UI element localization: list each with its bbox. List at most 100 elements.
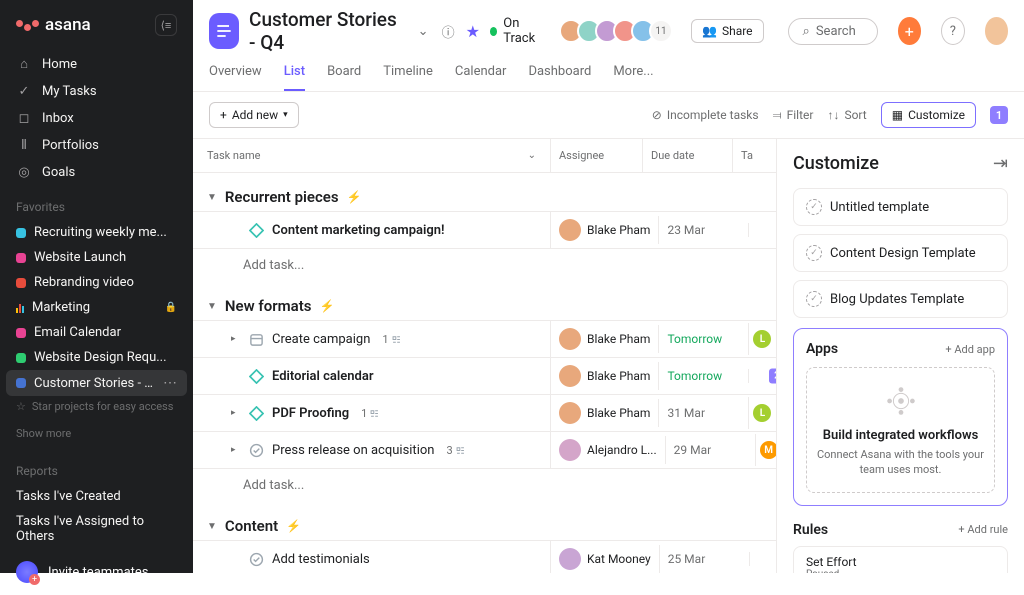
- col-name[interactable]: Task name: [207, 149, 260, 162]
- task-row[interactable]: ▸ Press release on acquisition 3 Alejand…: [193, 431, 776, 468]
- report-link[interactable]: Tasks I've Created: [0, 484, 193, 509]
- logo[interactable]: asana: [16, 15, 91, 35]
- chevron-down-icon[interactable]: ⌄: [528, 150, 536, 161]
- task-row[interactable]: Content marketing campaign! Blake Pham 2…: [193, 211, 776, 248]
- sidebar-project[interactable]: Customer Stories - Q4⋯: [6, 370, 187, 396]
- tab-overview[interactable]: Overview: [209, 64, 262, 91]
- section-header[interactable]: ▼Content⚡: [193, 512, 776, 540]
- tab-calendar[interactable]: Calendar: [455, 64, 507, 91]
- add-app-link[interactable]: + Add app: [945, 343, 995, 356]
- task-tag-cell[interactable]: L: [748, 397, 776, 429]
- invite-teammates[interactable]: Invite teammates: [0, 549, 193, 595]
- status-chip[interactable]: On Track: [490, 16, 545, 46]
- expand-icon[interactable]: ▸: [231, 334, 241, 344]
- filter-button[interactable]: ⫤Filter: [773, 108, 814, 123]
- caret-down-icon[interactable]: ▼: [207, 521, 217, 532]
- caret-down-icon[interactable]: ▼: [207, 301, 217, 312]
- task-assignee[interactable]: Blake Pham: [550, 212, 658, 248]
- task-assignee[interactable]: Alejandro L...: [550, 432, 665, 468]
- global-add-button[interactable]: +: [898, 17, 921, 45]
- help-button[interactable]: ?: [941, 17, 965, 45]
- task-tag-cell[interactable]: [748, 223, 776, 237]
- task-status-icon[interactable]: [249, 369, 264, 384]
- nav-goals[interactable]: ◎Goals: [0, 159, 193, 186]
- sidebar-project[interactable]: Marketing🔒: [0, 295, 193, 320]
- task-due[interactable]: 31 Mar: [658, 399, 748, 427]
- task-due[interactable]: 29 Mar: [665, 436, 755, 464]
- task-due[interactable]: Tomorrow: [658, 362, 748, 390]
- template-card[interactable]: ✓Blog Updates Template: [793, 280, 1008, 318]
- nav-portfolios[interactable]: ⦀Portfolios: [0, 132, 193, 159]
- col-assignee[interactable]: Assignee: [550, 139, 642, 172]
- star-tip: ☆ Star projects for easy access: [0, 396, 193, 417]
- sidebar-project[interactable]: Email Calendar: [0, 320, 193, 345]
- star-icon[interactable]: ★: [466, 22, 480, 41]
- task-tag-cell[interactable]: 2: [748, 369, 776, 383]
- project-icon[interactable]: [209, 13, 239, 49]
- rule-card[interactable]: Set EffortPaused: [793, 546, 1008, 573]
- task-assignee[interactable]: Kat Mooney: [550, 541, 659, 573]
- me-avatar[interactable]: [985, 17, 1008, 45]
- sidebar-project[interactable]: Rebranding video: [0, 270, 193, 295]
- tab-timeline[interactable]: Timeline: [383, 64, 433, 91]
- customize-button[interactable]: ▦Customize: [881, 102, 976, 128]
- task-status-icon[interactable]: [249, 443, 264, 458]
- nav-inbox[interactable]: ◻Inbox: [0, 105, 193, 132]
- task-due[interactable]: Tomorrow: [658, 325, 748, 353]
- tab-list[interactable]: List: [284, 64, 305, 91]
- tab-dashboard[interactable]: Dashboard: [528, 64, 591, 91]
- more-icon[interactable]: ⋯: [163, 375, 177, 391]
- nav-home[interactable]: ⌂Home: [0, 50, 193, 78]
- bolt-icon: ⚡: [286, 519, 301, 533]
- sort-button[interactable]: ↑↓Sort: [827, 108, 866, 122]
- section-header[interactable]: ▼New formats⚡: [193, 292, 776, 320]
- sidebar-project[interactable]: Recruiting weekly me...: [0, 220, 193, 245]
- task-row[interactable]: Add testimonials Kat Mooney 25 Mar: [193, 540, 776, 573]
- share-button[interactable]: 👥 Share: [691, 19, 764, 43]
- collapse-sidebar-icon[interactable]: ⟨≡: [155, 14, 177, 36]
- report-link[interactable]: Tasks I've Assigned to Others: [0, 509, 193, 549]
- tag-pill: L: [753, 330, 771, 348]
- task-row[interactable]: ▸ Create campaign 1 Blake Pham Tomorrow …: [193, 320, 776, 357]
- sidebar-project[interactable]: Website Launch: [0, 245, 193, 270]
- task-due[interactable]: 23 Mar: [658, 216, 748, 244]
- task-due[interactable]: 25 Mar: [659, 545, 749, 573]
- chevron-down-icon[interactable]: ⌄: [416, 24, 431, 39]
- task-status-icon[interactable]: [249, 552, 264, 567]
- add-task-row[interactable]: Add task...: [193, 248, 776, 282]
- expand-icon[interactable]: ▸: [231, 408, 241, 418]
- info-icon[interactable]: ⓘ: [441, 22, 456, 41]
- tab-more[interactable]: More...: [613, 64, 653, 91]
- col-tag[interactable]: Ta: [732, 139, 765, 172]
- task-status-icon[interactable]: [249, 223, 264, 238]
- nav-my-tasks[interactable]: ✓My Tasks: [0, 78, 193, 105]
- member-avatars[interactable]: 11: [565, 19, 673, 43]
- collapse-panel-icon[interactable]: ⇥: [993, 153, 1008, 174]
- template-card[interactable]: ✓Content Design Template: [793, 234, 1008, 272]
- incomplete-tasks-filter[interactable]: ⊘Incomplete tasks: [652, 108, 759, 122]
- task-tag-cell[interactable]: L: [748, 323, 776, 355]
- add-new-button[interactable]: + Add new ▾: [209, 102, 299, 128]
- tab-board[interactable]: Board: [327, 64, 361, 91]
- show-more-link[interactable]: Show more: [0, 417, 193, 450]
- expand-icon[interactable]: ▸: [231, 445, 241, 455]
- task-assignee[interactable]: Blake Pham: [550, 321, 658, 357]
- apps-empty-card[interactable]: Build integrated workflows Connect Asana…: [806, 367, 995, 493]
- section-header[interactable]: ▼Recurrent pieces⚡: [193, 183, 776, 211]
- add-rule-link[interactable]: + Add rule: [958, 523, 1008, 536]
- sidebar-project[interactable]: Website Design Requ...: [0, 345, 193, 370]
- task-row[interactable]: ▸ PDF Proofing 1 Blake Pham 31 Mar L: [193, 394, 776, 431]
- task-status-icon[interactable]: [249, 406, 264, 421]
- task-status-icon[interactable]: [249, 332, 264, 347]
- add-task-row[interactable]: Add task...: [193, 468, 776, 502]
- task-tag-cell[interactable]: [749, 552, 776, 566]
- template-card[interactable]: ✓Untitled template: [793, 188, 1008, 226]
- col-due[interactable]: Due date: [642, 139, 732, 172]
- task-tag-cell[interactable]: M: [755, 434, 776, 466]
- task-row[interactable]: Editorial calendar Blake Pham Tomorrow 2: [193, 357, 776, 394]
- task-assignee[interactable]: Blake Pham: [550, 358, 658, 394]
- task-assignee[interactable]: Blake Pham: [550, 395, 658, 431]
- search-input[interactable]: ⌕ Search: [788, 18, 878, 45]
- apps-section: Apps + Add app Build integrated workflow…: [793, 328, 1008, 506]
- caret-down-icon[interactable]: ▼: [207, 192, 217, 203]
